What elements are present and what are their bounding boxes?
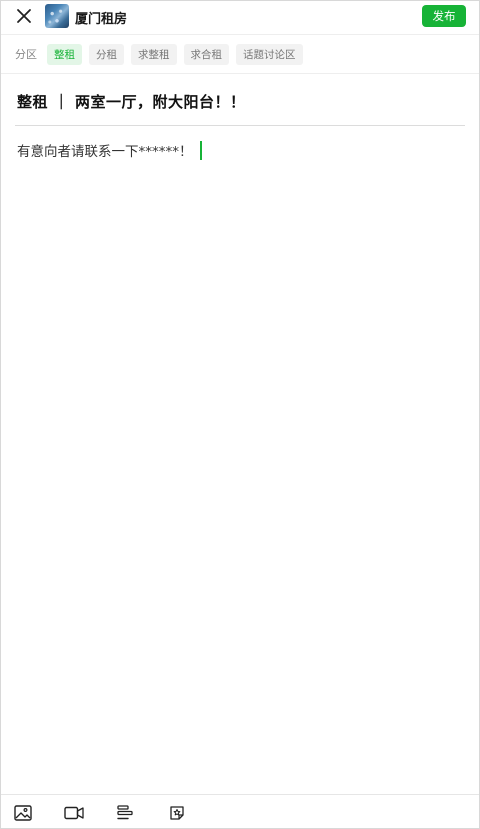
category-label: 分区 [15, 48, 37, 61]
group-name[interactable]: 厦门租房 [75, 8, 127, 27]
insert-video-button[interactable] [64, 803, 84, 823]
post-body-input[interactable]: 有意向者请联系一下******！ [17, 140, 202, 160]
category-bar: 分区 整租 分租 求整租 求合租 话题讨论区 [15, 43, 303, 65]
bottom-toolbar [1, 794, 479, 829]
avatar-image [45, 4, 69, 28]
title-underline [15, 125, 465, 126]
video-icon [64, 806, 84, 820]
chip-discussion[interactable]: 话题讨论区 [236, 43, 303, 65]
chip-whole-rent[interactable]: 整租 [47, 43, 82, 65]
chip-shared-rent[interactable]: 分租 [89, 43, 124, 65]
close-icon [17, 9, 31, 23]
top-bar: 厦门租房 发布 [1, 1, 479, 33]
text-caret [199, 140, 202, 160]
post-title-input[interactable]: 整租 ｜ 两室一厅，附大阳台！！ [17, 91, 245, 112]
publish-button[interactable]: 发布 [422, 5, 466, 27]
sticker-icon [170, 806, 184, 820]
image-icon [14, 805, 32, 821]
format-button[interactable] [115, 803, 135, 823]
post-body-text: 有意向者请联系一下******！ [17, 144, 193, 160]
format-icon [117, 805, 133, 820]
header-divider [1, 34, 479, 35]
sticker-button[interactable] [167, 803, 187, 823]
close-button[interactable] [13, 5, 35, 27]
category-divider [1, 73, 479, 74]
chip-seek-co-rent[interactable]: 求合租 [183, 43, 229, 65]
group-avatar[interactable] [45, 4, 69, 28]
chip-seek-whole-rent[interactable]: 求整租 [131, 43, 177, 65]
insert-image-button[interactable] [13, 803, 33, 823]
